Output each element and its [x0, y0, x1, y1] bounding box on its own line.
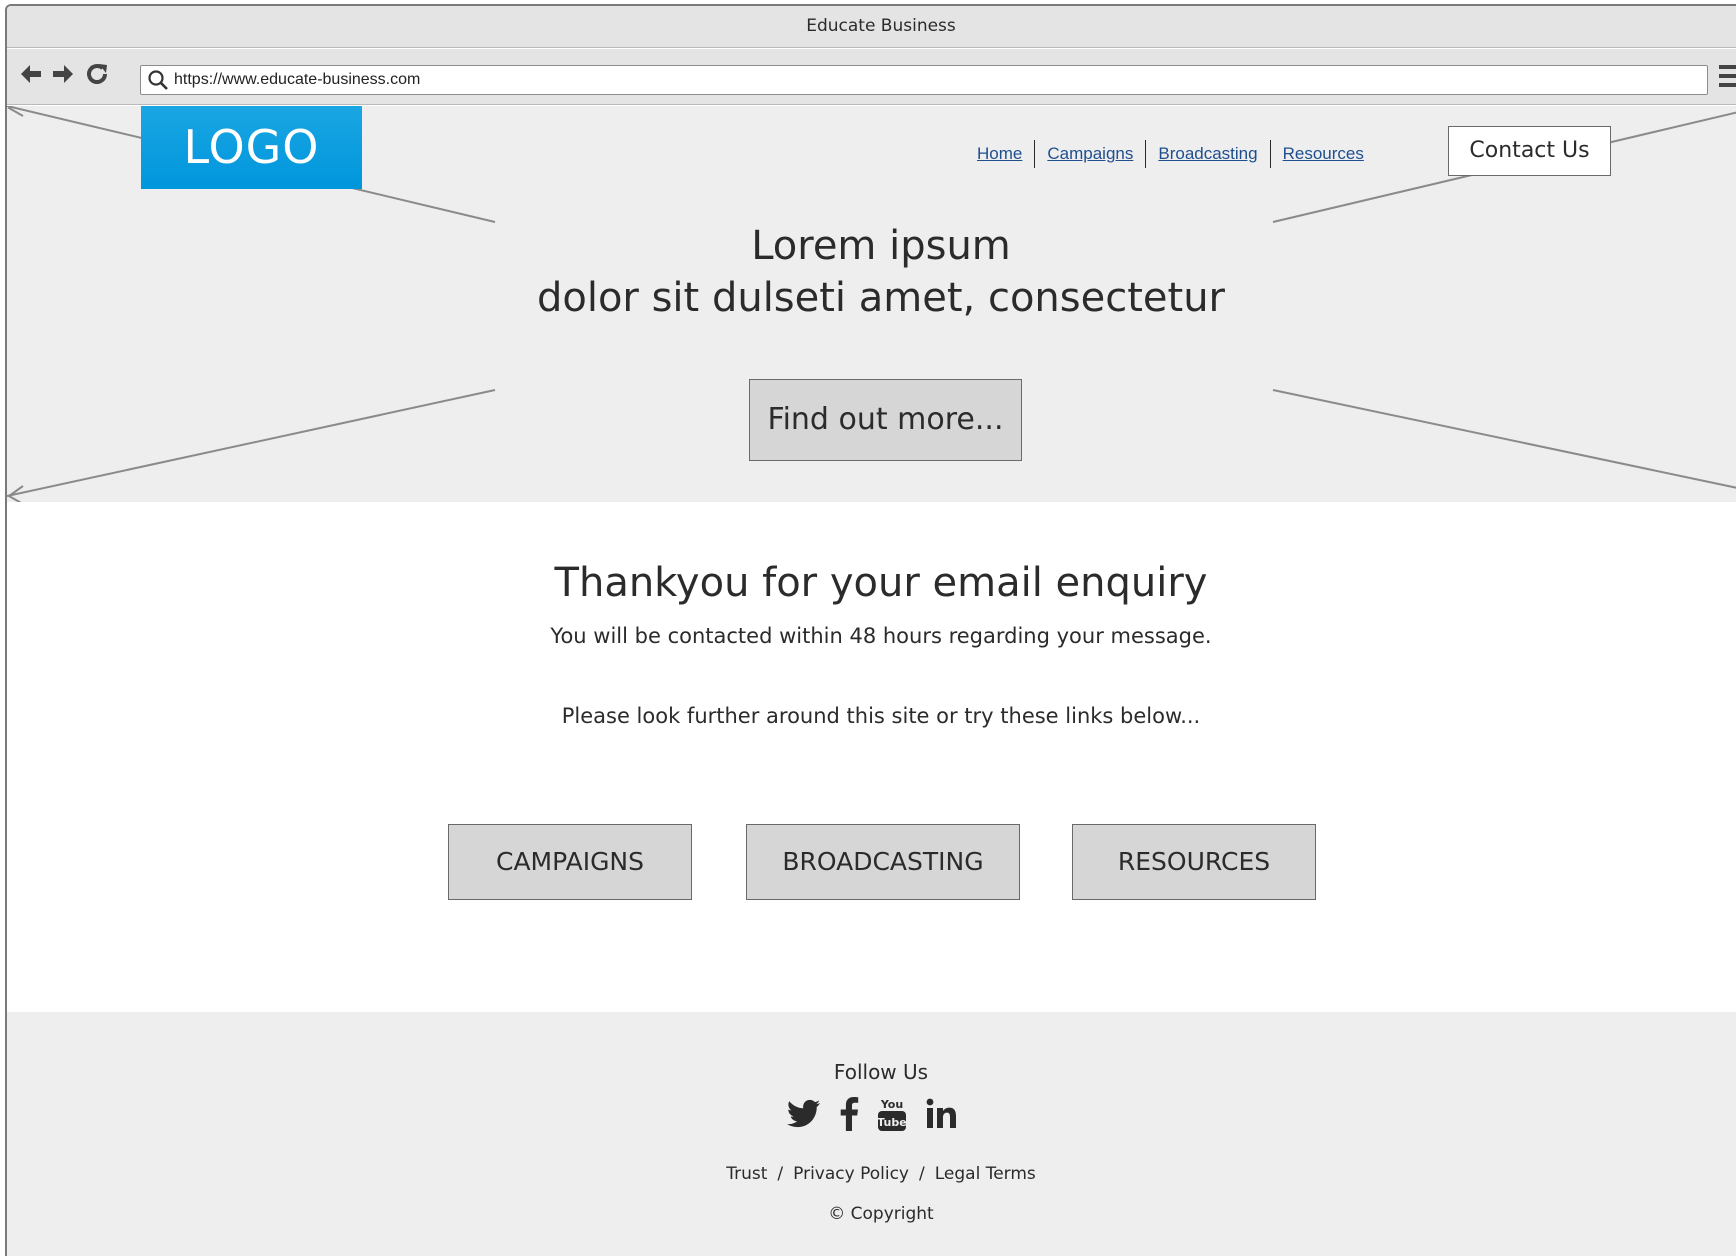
- top-navigation: Home Campaigns Broadcasting Resources: [977, 140, 1376, 168]
- footer-link-legal-terms[interactable]: Legal Terms: [935, 1164, 1036, 1184]
- browser-window: Educate Business https://www.educate-bus…: [5, 4, 1736, 1256]
- social-icons: You Tube: [787, 1096, 957, 1136]
- nav-link-home[interactable]: Home: [977, 144, 1034, 164]
- footer-link-trust[interactable]: Trust: [726, 1164, 767, 1184]
- title-bar: Educate Business: [7, 6, 1736, 48]
- youtube-icon[interactable]: You Tube: [877, 1096, 907, 1136]
- footer-link-privacy-policy[interactable]: Privacy Policy: [793, 1164, 909, 1184]
- url-text: https://www.educate-business.com: [174, 71, 421, 88]
- link-separator: /: [777, 1164, 784, 1184]
- hero-title: Lorem ipsum dolor sit dulseti amet, cons…: [7, 220, 1736, 324]
- contact-us-button[interactable]: Contact Us: [1448, 126, 1611, 176]
- copyright-text: Copyright: [850, 1204, 934, 1224]
- follow-us-label: Follow Us: [833, 1060, 929, 1084]
- copyright-icon: ©: [828, 1204, 846, 1224]
- hero-section: LOGO Home Campaigns Broadcasting Resourc…: [7, 106, 1736, 502]
- search-icon: [148, 70, 168, 90]
- campaigns-button[interactable]: CAMPAIGNS: [448, 824, 692, 900]
- logo[interactable]: LOGO: [141, 106, 362, 189]
- facebook-icon[interactable]: [839, 1097, 859, 1135]
- address-bar[interactable]: https://www.educate-business.com: [140, 65, 1708, 95]
- footer: Follow Us You Tube Trust / Privacy Polic…: [7, 1012, 1736, 1256]
- footer-links: Trust / Privacy Policy / Legal Terms: [7, 1164, 1736, 1184]
- window-title: Educate Business: [806, 16, 956, 36]
- reload-icon[interactable]: [83, 61, 111, 89]
- page-content: LOGO Home Campaigns Broadcasting Resourc…: [7, 106, 1736, 1256]
- nav-link-resources[interactable]: Resources: [1271, 144, 1376, 164]
- find-out-more-button[interactable]: Find out more...: [749, 379, 1022, 461]
- nav-link-broadcasting[interactable]: Broadcasting: [1146, 144, 1269, 164]
- browser-toolbar: https://www.educate-business.com: [7, 49, 1736, 105]
- svg-text:You: You: [880, 1098, 903, 1111]
- linkedin-icon[interactable]: [925, 1098, 957, 1134]
- forward-arrow-icon[interactable]: [49, 61, 77, 89]
- broadcasting-button[interactable]: BROADCASTING: [746, 824, 1020, 900]
- resources-button[interactable]: RESOURCES: [1072, 824, 1316, 900]
- link-separator: /: [919, 1164, 925, 1184]
- back-arrow-icon[interactable]: [17, 61, 45, 89]
- further-links-text: Please look further around this site or …: [561, 704, 1201, 728]
- svg-text:Tube: Tube: [877, 1116, 906, 1129]
- hero-title-line-2: dolor sit dulseti amet, consectetur: [536, 275, 1225, 321]
- hamburger-menu-icon[interactable]: [1719, 65, 1736, 93]
- hero-title-line-1: Lorem ipsum: [751, 223, 1011, 269]
- nav-link-campaigns[interactable]: Campaigns: [1035, 144, 1145, 164]
- twitter-icon[interactable]: [787, 1099, 821, 1133]
- main-content: Thankyou for your email enquiry You will…: [7, 502, 1736, 1012]
- contact-timeframe-text: You will be contacted within 48 hours re…: [550, 624, 1212, 648]
- copyright: © Copyright: [7, 1204, 1736, 1224]
- thankyou-heading: Thankyou for your email enquiry: [554, 560, 1208, 606]
